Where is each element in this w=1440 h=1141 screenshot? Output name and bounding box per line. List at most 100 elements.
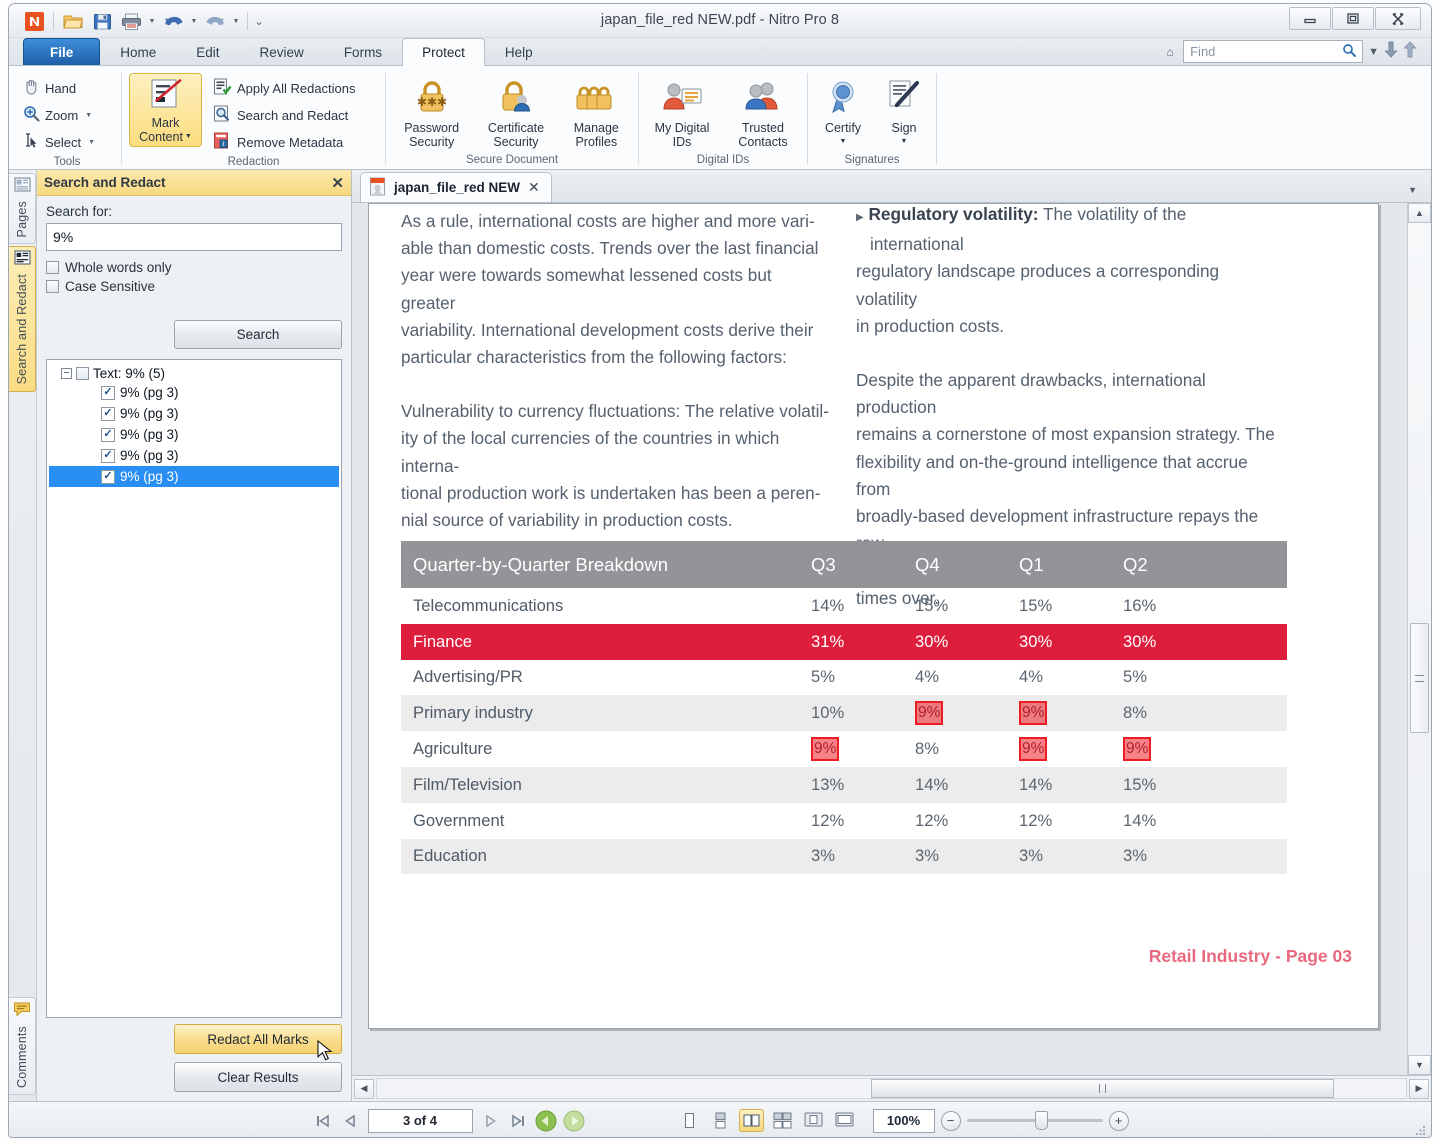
redact-all-marks-button[interactable]: Redact All Marks (174, 1024, 342, 1054)
vertical-scroll-thumb[interactable] (1410, 623, 1429, 733)
fit-page-view-button[interactable] (801, 1109, 826, 1132)
find-next-arrow-icon[interactable] (1384, 41, 1398, 63)
redaction-mark[interactable]: 9% (1015, 701, 1119, 725)
sidebar-item-search-and-redact[interactable]: Search and Redact (9, 246, 36, 391)
facing-page-view-button[interactable] (739, 1109, 764, 1132)
zoom-slider-thumb[interactable] (1035, 1111, 1048, 1130)
result-checkbox[interactable]: ✓ (101, 470, 115, 484)
scroll-up-button[interactable]: ▲ (1408, 203, 1431, 223)
scroll-right-button[interactable]: ▶ (1409, 1079, 1429, 1099)
previous-page-icon[interactable] (340, 1110, 362, 1132)
home-chevron-icon[interactable]: ⌂ (1162, 45, 1178, 59)
previous-view-icon[interactable] (535, 1110, 557, 1132)
zoom-in-button[interactable]: + (1109, 1111, 1129, 1131)
page-number-input[interactable]: 3 of 4 (368, 1109, 473, 1133)
search-input[interactable]: 9% (46, 223, 342, 251)
tab-review[interactable]: Review (240, 38, 324, 65)
my-digital-ids-button[interactable]: My Digital IDs (646, 73, 718, 151)
case-sensitive-checkbox[interactable]: Case Sensitive (46, 279, 342, 294)
tab-forms[interactable]: Forms (324, 38, 402, 65)
redaction-mark[interactable]: 9% (1119, 737, 1223, 761)
zoom-slider-track[interactable] (967, 1119, 1103, 1122)
hand-tool-button[interactable]: Hand (20, 75, 100, 101)
certify-button[interactable]: Certify ▼ (815, 73, 871, 151)
tab-home[interactable]: Home (100, 38, 176, 65)
chevron-down-icon[interactable]: ▼ (1408, 185, 1417, 195)
scroll-left-button[interactable]: ◀ (354, 1079, 374, 1099)
single-page-view-button[interactable] (677, 1109, 702, 1132)
panel-tab-strip: Pages Search and Redact Comments (9, 170, 37, 1101)
tab-protect[interactable]: Protect (402, 38, 485, 66)
root-checkbox[interactable] (76, 367, 89, 380)
chevron-down-icon[interactable]: ▼ (88, 139, 95, 146)
ribbon-group-label-signatures: Signatures (815, 151, 929, 168)
manage-profiles-button[interactable]: Manage Profiles (562, 73, 631, 151)
continuous-facing-view-button[interactable] (770, 1109, 795, 1132)
apply-all-redactions-button[interactable]: Apply All Redactions (210, 75, 361, 101)
result-row-2[interactable]: ✓ 9% (pg 3) (49, 403, 339, 424)
close-button[interactable] (1375, 7, 1421, 30)
table-cell: 31% (807, 632, 911, 652)
sign-button[interactable]: Sign ▼ (879, 73, 929, 151)
magnifier-icon[interactable] (1342, 43, 1356, 60)
result-row-5[interactable]: ✓ 9% (pg 3) (49, 466, 339, 487)
first-page-icon[interactable] (312, 1110, 334, 1132)
close-icon[interactable]: ✕ (331, 174, 344, 192)
resize-grip-icon[interactable] (1414, 1124, 1426, 1136)
results-root-node[interactable]: − Text: 9% (5) (49, 365, 339, 382)
result-checkbox[interactable]: ✓ (101, 386, 115, 400)
tab-edit[interactable]: Edit (176, 38, 239, 65)
certificate-security-button[interactable]: Certificate Security (476, 73, 555, 151)
clear-results-button[interactable]: Clear Results (174, 1062, 342, 1092)
result-row-4[interactable]: ✓ 9% (pg 3) (49, 445, 339, 466)
result-checkbox[interactable]: ✓ (101, 428, 115, 442)
document-tab[interactable]: japan_file_red NEW ✕ (360, 172, 552, 202)
select-tool-button[interactable]: Select ▼ (20, 129, 100, 155)
sidebar-item-comments[interactable]: Comments (9, 997, 36, 1095)
horizontal-scroll-track[interactable] (376, 1078, 1407, 1099)
collapse-icon[interactable]: − (61, 368, 72, 379)
trusted-contacts-button[interactable]: Trusted Contacts (726, 73, 800, 151)
chevron-down-icon[interactable]: ▼ (85, 112, 92, 119)
find-input[interactable]: Find (1183, 40, 1363, 63)
whole-words-only-checkbox[interactable]: Whole words only (46, 260, 342, 275)
result-row-1[interactable]: ✓ 9% (pg 3) (49, 382, 339, 403)
redaction-mark-text: 9% (1123, 737, 1151, 761)
fit-width-view-button[interactable] (832, 1109, 857, 1132)
ribbon-group-label-secure-document: Secure Document (393, 151, 631, 168)
search-button[interactable]: Search (174, 320, 342, 349)
continuous-page-view-button[interactable] (708, 1109, 733, 1132)
remove-metadata-button[interactable]: i Remove Metadata (210, 129, 361, 155)
search-results-tree[interactable]: − Text: 9% (5) ✓ 9% (pg 3) ✓ 9% (pg 3) ✓ (46, 359, 342, 1018)
horizontal-scrollbar[interactable]: ◀ ▶ (352, 1075, 1431, 1101)
next-page-icon[interactable] (479, 1110, 501, 1132)
zoom-tool-button[interactable]: Zoom ▼ (20, 102, 100, 128)
scroll-down-button[interactable]: ▼ (1408, 1055, 1431, 1075)
horizontal-scroll-thumb[interactable] (871, 1079, 1334, 1098)
sidebar-item-pages[interactable]: Pages (9, 173, 36, 244)
password-security-button[interactable]: ✱✱✱ Password Security (393, 73, 470, 151)
tab-help[interactable]: Help (485, 38, 553, 65)
last-page-icon[interactable] (507, 1110, 529, 1132)
find-previous-arrow-icon[interactable] (1403, 41, 1417, 63)
chevron-down-icon[interactable]: ▼ (1368, 46, 1379, 58)
close-icon[interactable]: ✕ (528, 179, 540, 196)
zoom-out-button[interactable]: − (941, 1111, 961, 1131)
redaction-mark[interactable]: 9% (1015, 737, 1119, 761)
result-row-3[interactable]: ✓ 9% (pg 3) (49, 424, 339, 445)
vertical-scrollbar[interactable]: ▲ ▼ (1407, 203, 1431, 1075)
chevron-down-icon[interactable]: ▼ (185, 130, 192, 144)
result-checkbox[interactable]: ✓ (101, 407, 115, 421)
result-checkbox[interactable]: ✓ (101, 449, 115, 463)
zoom-level-input[interactable]: 100% (873, 1109, 935, 1133)
mark-content-button[interactable]: Mark Content ▼ (129, 73, 202, 147)
search-and-redact-button[interactable]: Search and Redact (210, 102, 361, 128)
next-view-icon[interactable] (563, 1110, 585, 1132)
maximize-button[interactable] (1332, 7, 1374, 30)
redaction-mark[interactable]: 9% (807, 737, 911, 761)
redaction-mark[interactable]: 9% (911, 701, 1015, 725)
minimize-button[interactable] (1289, 7, 1331, 30)
chevron-down-icon[interactable]: ▼ (901, 135, 908, 149)
chevron-down-icon[interactable]: ▼ (840, 135, 847, 149)
tab-file[interactable]: File (23, 38, 100, 65)
